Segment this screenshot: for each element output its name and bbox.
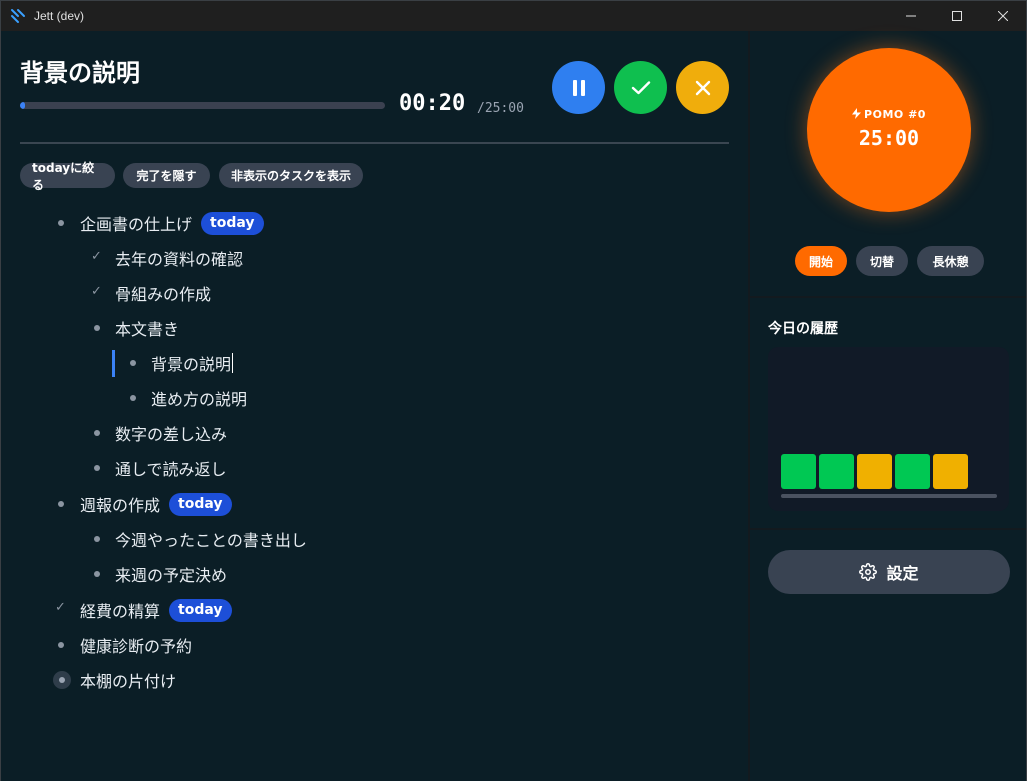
task-panel: 背景の説明 00:20 /25:00 todayに絞る 完了を隠す 非表示のタス…: [1, 31, 748, 781]
task-item[interactable]: 週報の作成 today: [80, 492, 232, 516]
pomodoro-panel: POMO #0 25:00 開始 切替 長休憩 今日の履歴 設定: [750, 31, 1026, 781]
pause-icon: [572, 79, 585, 96]
show-hidden-button[interactable]: 非表示のタスクを表示: [219, 163, 363, 188]
history-title: 今日の履歴: [768, 321, 838, 337]
today-badge: today: [169, 598, 232, 622]
today-badge: today: [201, 211, 264, 235]
bullet-icon: [94, 536, 100, 542]
close-icon: [695, 80, 710, 95]
check-icon[interactable]: ✓: [55, 600, 66, 615]
switch-button[interactable]: 切替: [856, 246, 908, 276]
task-radio-icon[interactable]: [53, 671, 71, 689]
bullet-icon: [130, 360, 136, 366]
task-label: 来週の予定決め: [115, 566, 228, 585]
gear-icon: [859, 563, 878, 581]
bullet-icon: [58, 642, 64, 648]
task-label: 去年の資料の確認: [115, 250, 244, 269]
task-item[interactable]: 本文書き: [115, 316, 179, 340]
pomodoro-timer-circle[interactable]: POMO #0 25:00: [807, 48, 971, 212]
task-label: 企画書の仕上げ: [80, 215, 193, 234]
elapsed-time: 00:20: [399, 91, 466, 116]
current-task-title: 背景の説明: [20, 59, 140, 87]
divider: [20, 142, 729, 144]
task-label: 経費の精算: [80, 602, 161, 621]
maximize-button[interactable]: [934, 1, 980, 31]
task-item[interactable]: 骨組みの作成: [115, 281, 211, 305]
task-item[interactable]: 数字の差し込み: [115, 421, 227, 445]
bullet-icon: [58, 501, 64, 507]
task-item[interactable]: 本棚の片付け: [80, 668, 176, 692]
task-item[interactable]: 来週の予定決め: [115, 562, 227, 586]
long-break-button[interactable]: 長休憩: [917, 246, 984, 276]
bullet-icon: [94, 465, 100, 471]
task-item[interactable]: 健康診断の予約: [80, 633, 192, 657]
complete-button[interactable]: [614, 61, 667, 114]
check-icon[interactable]: ✓: [91, 284, 102, 299]
history-block: [857, 454, 892, 489]
hide-done-button[interactable]: 完了を隠す: [123, 163, 210, 188]
task-item[interactable]: 去年の資料の確認: [115, 246, 243, 270]
app-window: Jett (dev) 背景の説明 00:20 /25:00 todayに絞る 完…: [0, 0, 1027, 781]
window-controls: [888, 1, 1026, 31]
task-item[interactable]: 通しで読み返し: [115, 456, 227, 480]
bullet-icon: [94, 571, 100, 577]
title-bar[interactable]: Jett (dev): [1, 1, 1026, 31]
current-task-indicator: [112, 350, 115, 377]
jett-logo-icon: [11, 9, 25, 23]
task-item-active[interactable]: 背景の説明: [151, 351, 234, 375]
minimize-icon: [906, 15, 916, 17]
filter-today-button[interactable]: todayに絞る: [20, 161, 115, 192]
task-label: 本文書き: [115, 320, 180, 339]
bolt-icon: [852, 108, 862, 119]
total-time: /25:00: [477, 101, 524, 116]
history-panel: [768, 347, 1009, 511]
minimize-button[interactable]: [888, 1, 934, 31]
task-item[interactable]: 今週やったことの書き出し: [115, 527, 307, 551]
timer-progress-fill: [20, 102, 25, 109]
timer-progress-bar: [20, 102, 385, 109]
text-caret: [232, 353, 234, 373]
today-badge: today: [169, 492, 232, 516]
divider: [750, 528, 1026, 530]
pomodoro-label: POMO #0: [807, 108, 971, 121]
check-icon[interactable]: ✓: [91, 249, 102, 264]
task-label: 背景の説明: [151, 355, 232, 374]
close-icon: [998, 11, 1008, 21]
bullet-icon: [94, 430, 100, 436]
close-window-button[interactable]: [980, 1, 1026, 31]
start-button[interactable]: 開始: [795, 246, 847, 276]
task-label: 週報の作成: [80, 496, 161, 515]
task-label: 数字の差し込み: [115, 425, 228, 444]
task-label: 進め方の説明: [151, 390, 248, 409]
cancel-button[interactable]: [676, 61, 729, 114]
divider: [750, 296, 1026, 298]
pomodoro-count: POMO #0: [864, 108, 926, 121]
pause-button[interactable]: [552, 61, 605, 114]
history-block: [933, 454, 968, 489]
bullet-icon: [58, 220, 64, 226]
history-block: [819, 454, 854, 489]
task-item[interactable]: 企画書の仕上げ today: [80, 211, 264, 235]
pomodoro-time: 25:00: [858, 126, 920, 150]
history-scrollbar[interactable]: [781, 494, 997, 498]
task-item[interactable]: 経費の精算 today: [80, 598, 232, 622]
history-block: [895, 454, 930, 489]
task-label: 健康診断の予約: [80, 637, 193, 656]
settings-label: 設定: [886, 564, 919, 583]
task-label: 本棚の片付け: [80, 672, 177, 691]
task-label: 通しで読み返し: [115, 460, 227, 479]
task-item[interactable]: 進め方の説明: [151, 386, 247, 410]
maximize-icon: [952, 11, 962, 21]
check-icon: [631, 80, 650, 94]
task-label: 骨組みの作成: [115, 285, 212, 304]
bullet-icon: [94, 325, 100, 331]
task-label: 今週やったことの書き出し: [115, 531, 307, 550]
settings-button[interactable]: 設定: [768, 550, 1010, 594]
history-block: [781, 454, 816, 489]
bullet-icon: [130, 395, 136, 401]
window-title: Jett (dev): [34, 9, 85, 23]
